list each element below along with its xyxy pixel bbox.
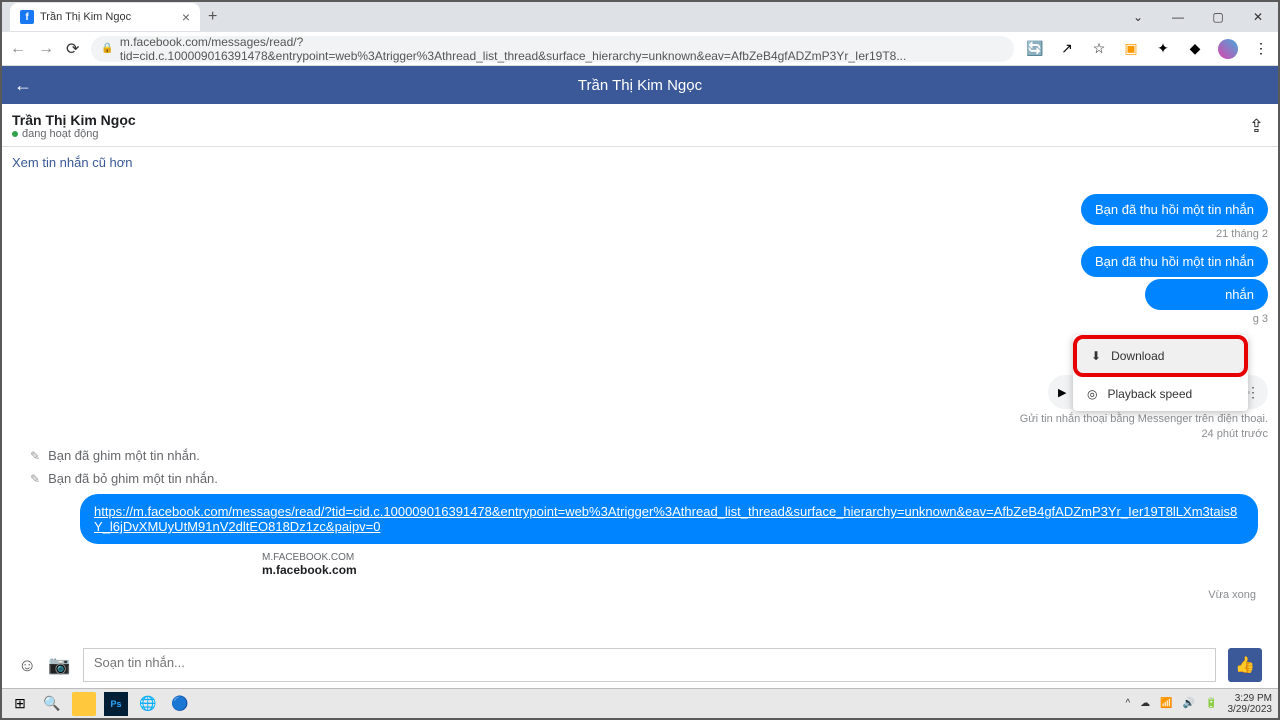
volume-icon[interactable]: 🔊	[1183, 698, 1195, 709]
message-list: Xem tin nhắn cũ hơn Bạn đã thu hồi một t…	[2, 147, 1278, 617]
system-message: ✎ Bạn đã bỏ ghim một tin nhắn.	[30, 471, 1250, 486]
facebook-favicon: f	[20, 10, 34, 24]
preview-domain: M.FACEBOOK.COM	[262, 552, 1248, 563]
search-icon[interactable]: 🔍	[40, 692, 64, 716]
message-timestamp: 21 tháng 2	[1216, 228, 1268, 240]
onedrive-icon[interactable]: ☁	[1140, 698, 1150, 709]
tray-chevron-icon[interactable]: ^	[1125, 698, 1130, 709]
share-icon[interactable]: ↗	[1058, 40, 1076, 58]
browser-titlebar: f Trần Thị Kim Ngọc × + ⌄ — ▢ ✕	[2, 2, 1278, 32]
photoshop-icon[interactable]: Ps	[104, 692, 128, 716]
pencil-icon: ✎	[30, 449, 40, 463]
download-icon: ⬇	[1091, 349, 1101, 363]
address-bar[interactable]: 🔒 m.facebook.com/messages/read/?tid=cid.…	[91, 36, 1014, 62]
playback-speed-menu-item[interactable]: ◎ Playback speed	[1073, 377, 1248, 411]
pencil-icon: ✎	[30, 472, 40, 486]
explorer-icon[interactable]	[72, 692, 96, 716]
back-button[interactable]: ←	[10, 40, 26, 58]
browser-tab[interactable]: f Trần Thị Kim Ngọc ×	[10, 3, 200, 31]
extension-icon[interactable]: ▣	[1122, 40, 1140, 58]
preview-title: m.facebook.com	[262, 563, 1248, 577]
just-now-timestamp: Vừa xong	[24, 589, 1256, 601]
recalled-message: Bạn đã thu hồi một tin nhắn	[1081, 246, 1268, 277]
close-window-button[interactable]: ✕	[1238, 2, 1278, 32]
link-message: https://m.facebook.com/messages/read/?ti…	[80, 494, 1258, 544]
send-button[interactable]: 👍	[1228, 648, 1262, 682]
download-menu-item[interactable]: ⬇ Download	[1073, 335, 1248, 377]
message-timestamp: g 3	[1253, 313, 1268, 325]
older-messages-link[interactable]: Xem tin nhắn cũ hơn	[12, 155, 1268, 170]
browser-toolbar: ← → ⟳ 🔒 m.facebook.com/messages/read/?ti…	[2, 32, 1278, 66]
system-message: ✎ Bạn đã ghim một tin nhắn.	[30, 448, 1250, 463]
voice-hint: Gửi tin nhắn thoại bằng Messenger trên đ…	[1020, 413, 1268, 425]
contact-name: Trần Thị Kim Ngọc	[12, 112, 1268, 128]
puzzle-icon[interactable]: ✦	[1154, 40, 1172, 58]
minimize-button[interactable]: —	[1158, 2, 1198, 32]
speed-icon: ◎	[1087, 387, 1097, 401]
fb-back-button[interactable]: ←	[14, 75, 32, 96]
url-text: m.facebook.com/messages/read/?tid=cid.c.…	[120, 35, 1004, 63]
tab-title: Trần Thị Kim Ngọc	[40, 11, 131, 23]
contact-status: đang hoạt động	[12, 128, 1268, 140]
conversation-header: Trần Thị Kim Ngọc đang hoạt động ⇪	[2, 104, 1278, 147]
app-icon[interactable]: 🔵	[168, 692, 192, 716]
audio-menu-icon[interactable]: ⋮	[1246, 384, 1260, 401]
link-preview[interactable]: M.FACEBOOK.COM m.facebook.com	[252, 544, 1258, 585]
profile-avatar[interactable]	[1218, 39, 1238, 59]
close-tab-icon[interactable]: ×	[182, 9, 190, 25]
play-icon[interactable]: ▶	[1058, 386, 1066, 399]
chrome-icon[interactable]: 🌐	[136, 692, 160, 716]
share-out-icon[interactable]: ⇪	[1249, 116, 1264, 137]
windows-taskbar: ⊞ 🔍 Ps 🌐 🔵 ^ ☁ 📶 🔊 🔋 3:29 PM 3/29/2023	[2, 688, 1278, 718]
audio-context-menu: ⬇ Download ◎ Playback speed	[1073, 335, 1248, 411]
lock-icon: 🔒	[101, 43, 113, 54]
toolbar-actions: 🔄 ↗ ☆ ▣ ✦ ◆ ⋮	[1026, 39, 1270, 59]
translate-icon[interactable]: 🔄	[1026, 40, 1044, 58]
voice-timestamp: 24 phút trước	[1201, 428, 1268, 440]
message-link[interactable]: https://m.facebook.com/messages/read/?ti…	[94, 504, 1237, 534]
forward-button[interactable]: →	[38, 40, 54, 58]
bookmark-icon[interactable]: ☆	[1090, 40, 1108, 58]
recalled-message-partial: nhắn	[1145, 279, 1268, 310]
battery-icon[interactable]: 🔋	[1205, 698, 1217, 709]
extension2-icon[interactable]: ◆	[1186, 40, 1204, 58]
camera-icon[interactable]: 📷	[48, 655, 70, 676]
clock[interactable]: 3:29 PM 3/29/2023	[1228, 693, 1273, 715]
emoji-icon[interactable]: ☺	[18, 655, 36, 676]
reload-button[interactable]: ⟳	[66, 39, 79, 59]
chevron-down-icon[interactable]: ⌄	[1118, 2, 1158, 32]
fb-header: ← Trần Thị Kim Ngọc	[2, 66, 1278, 104]
message-input[interactable]	[83, 648, 1216, 682]
message-composer: ☺ 📷 👍	[10, 642, 1270, 688]
window-controls: ⌄ — ▢ ✕	[1118, 2, 1278, 32]
maximize-button[interactable]: ▢	[1198, 2, 1238, 32]
online-dot-icon	[12, 131, 18, 137]
system-tray: ^ ☁ 📶 🔊 🔋 3:29 PM 3/29/2023	[1125, 693, 1272, 715]
fb-header-title: Trần Thị Kim Ngọc	[578, 77, 702, 94]
start-button[interactable]: ⊞	[8, 692, 32, 716]
new-tab-button[interactable]: +	[208, 8, 217, 26]
recalled-message: Bạn đã thu hồi một tin nhắn	[1081, 194, 1268, 225]
menu-icon[interactable]: ⋮	[1252, 40, 1270, 58]
wifi-icon[interactable]: 📶	[1160, 698, 1172, 709]
